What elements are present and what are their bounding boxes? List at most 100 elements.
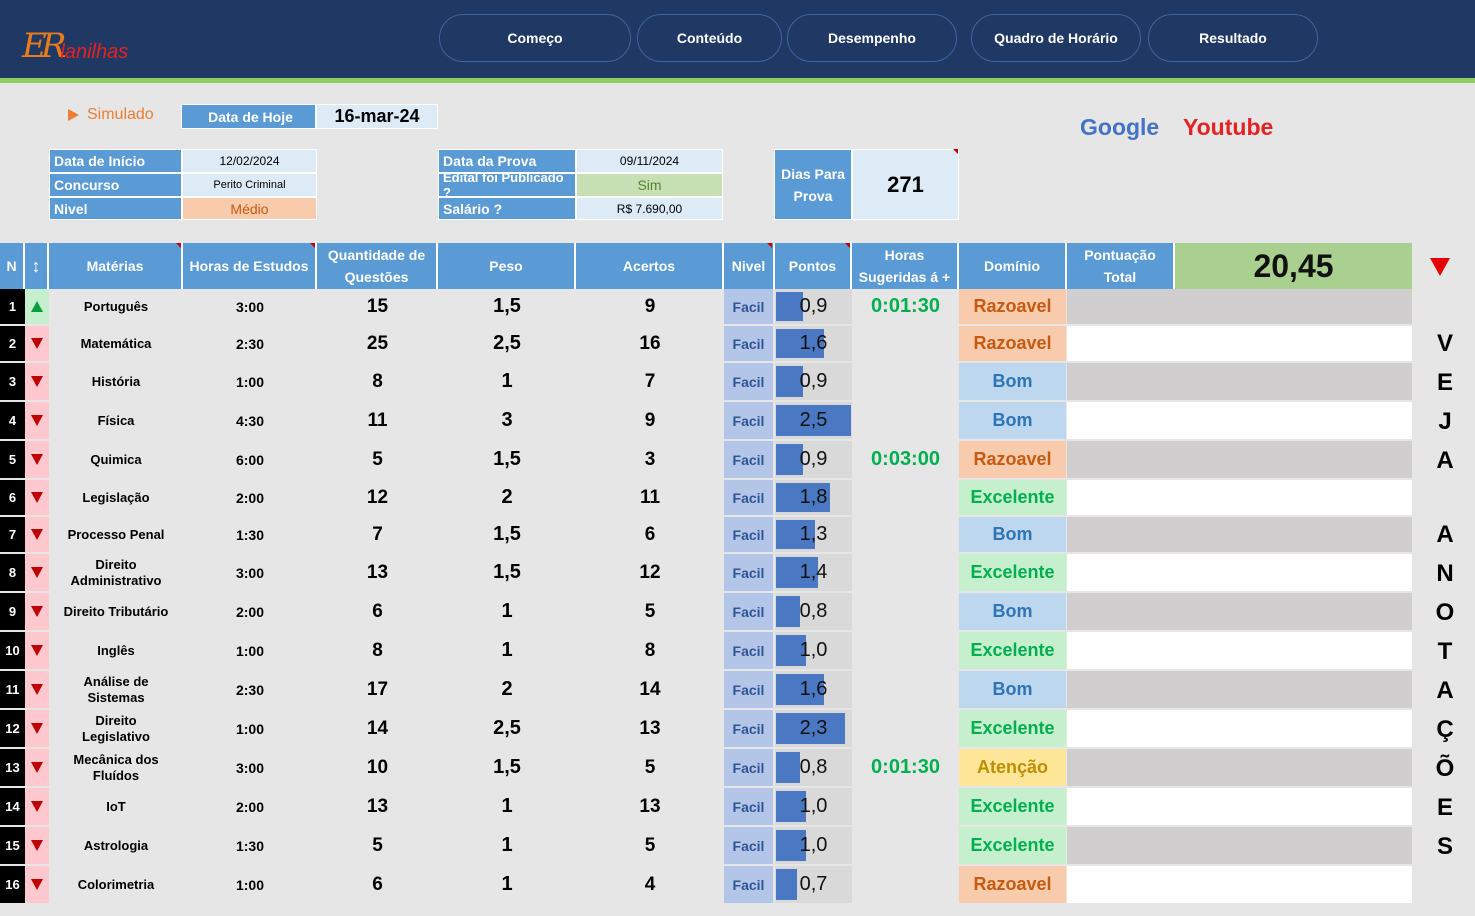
horas-estudo-cell[interactable]: 1:00 (183, 632, 317, 669)
acertos-cell[interactable]: 6 (576, 517, 724, 552)
qtd-questoes-cell[interactable]: 6 (317, 593, 438, 630)
horas-estudo-cell[interactable]: 2:00 (183, 480, 317, 515)
simulado-link[interactable]: Simulado (68, 106, 154, 124)
materia-cell[interactable]: Direito Tributário (49, 593, 183, 630)
acertos-cell[interactable]: 4 (576, 866, 724, 903)
trend-down-icon (25, 441, 49, 478)
materia-cell[interactable]: Análise de Sistemas (49, 671, 183, 708)
youtube-link[interactable]: Youtube (1183, 114, 1273, 141)
peso-cell[interactable]: 2 (438, 480, 576, 515)
horas-estudo-cell[interactable]: 6:00 (183, 441, 317, 478)
row-number: 14 (0, 788, 25, 825)
qtd-questoes-cell[interactable]: 15 (317, 289, 438, 324)
salario-value[interactable]: R$ 7.690,00 (576, 197, 723, 220)
sort-icon[interactable]: ↕ (25, 243, 49, 289)
horas-estudo-cell[interactable]: 1:30 (183, 517, 317, 552)
horas-estudo-cell[interactable]: 1:00 (183, 866, 317, 903)
horas-estudo-cell[interactable]: 3:00 (183, 749, 317, 786)
qtd-questoes-cell[interactable]: 17 (317, 671, 438, 708)
qtd-questoes-cell[interactable]: 12 (317, 480, 438, 515)
acertos-cell[interactable]: 13 (576, 788, 724, 825)
acertos-cell[interactable]: 8 (576, 632, 724, 669)
acertos-cell[interactable]: 12 (576, 554, 724, 591)
materia-cell[interactable]: Direito Legislativo (49, 710, 183, 747)
nav-resultado-button[interactable]: Resultado (1148, 14, 1318, 62)
materia-cell[interactable]: História (49, 363, 183, 400)
materia-cell[interactable]: Processo Penal (49, 517, 183, 552)
row-number: 15 (0, 827, 25, 864)
acertos-cell[interactable]: 5 (576, 827, 724, 864)
materia-cell[interactable]: Inglês (49, 632, 183, 669)
materia-cell[interactable]: Física (49, 402, 183, 439)
peso-cell[interactable]: 1 (438, 788, 576, 825)
acertos-cell[interactable]: 7 (576, 363, 724, 400)
materia-cell[interactable]: Legislação (49, 480, 183, 515)
nav-quadro-horario-button[interactable]: Quadro de Horário (971, 14, 1141, 62)
qtd-questoes-cell[interactable]: 13 (317, 554, 438, 591)
peso-cell[interactable]: 1 (438, 363, 576, 400)
qtd-questoes-cell[interactable]: 5 (317, 827, 438, 864)
qtd-questoes-cell[interactable]: 10 (317, 749, 438, 786)
acertos-cell[interactable]: 5 (576, 749, 724, 786)
peso-cell[interactable]: 3 (438, 402, 576, 439)
nav-comeco-button[interactable]: Começo (439, 14, 631, 62)
qtd-questoes-cell[interactable]: 8 (317, 632, 438, 669)
down-arrow-icon (31, 492, 43, 503)
peso-cell[interactable]: 1 (438, 827, 576, 864)
qtd-questoes-cell[interactable]: 25 (317, 326, 438, 361)
acertos-cell[interactable]: 13 (576, 710, 724, 747)
qtd-questoes-cell[interactable]: 13 (317, 788, 438, 825)
data-prova-value[interactable]: 09/11/2024 (576, 149, 723, 173)
peso-cell[interactable]: 1 (438, 866, 576, 903)
peso-cell[interactable]: 1,5 (438, 749, 576, 786)
peso-cell[interactable]: 1,5 (438, 554, 576, 591)
qtd-questoes-cell[interactable]: 7 (317, 517, 438, 552)
materia-cell[interactable]: Matemática (49, 326, 183, 361)
qtd-questoes-cell[interactable]: 5 (317, 441, 438, 478)
horas-estudo-cell[interactable]: 2:30 (183, 671, 317, 708)
horas-estudo-cell[interactable]: 1:00 (183, 710, 317, 747)
horas-estudo-cell[interactable]: 4:30 (183, 402, 317, 439)
peso-cell[interactable]: 1 (438, 593, 576, 630)
materia-cell[interactable]: Colorimetria (49, 866, 183, 903)
horas-estudo-cell[interactable]: 2:30 (183, 326, 317, 361)
horas-estudo-cell[interactable]: 2:00 (183, 593, 317, 630)
acertos-cell[interactable]: 14 (576, 671, 724, 708)
peso-cell[interactable]: 2,5 (438, 710, 576, 747)
acertos-cell[interactable]: 11 (576, 480, 724, 515)
materia-cell[interactable]: Quimica (49, 441, 183, 478)
qtd-questoes-cell[interactable]: 6 (317, 866, 438, 903)
horas-estudo-cell[interactable]: 1:30 (183, 827, 317, 864)
acertos-cell[interactable]: 9 (576, 402, 724, 439)
data-inicio-value[interactable]: 12/02/2024 (182, 149, 317, 173)
google-link[interactable]: Google (1080, 114, 1159, 141)
nivel-value[interactable]: Médio (182, 197, 317, 220)
peso-cell[interactable]: 2,5 (438, 326, 576, 361)
horas-estudo-cell[interactable]: 3:00 (183, 289, 317, 324)
qtd-questoes-cell[interactable]: 11 (317, 402, 438, 439)
qtd-questoes-cell[interactable]: 14 (317, 710, 438, 747)
materia-cell[interactable]: Português (49, 289, 183, 324)
materia-cell[interactable]: Astrologia (49, 827, 183, 864)
peso-cell[interactable]: 1,5 (438, 289, 576, 324)
data-hoje-value[interactable]: 16-mar-24 (316, 104, 438, 129)
horas-estudo-cell[interactable]: 2:00 (183, 788, 317, 825)
acertos-cell[interactable]: 16 (576, 326, 724, 361)
horas-estudo-cell[interactable]: 3:00 (183, 554, 317, 591)
edital-value[interactable]: Sim (576, 173, 723, 197)
nav-desempenho-button[interactable]: Desempenho (787, 14, 957, 62)
horas-estudo-cell[interactable]: 1:00 (183, 363, 317, 400)
acertos-cell[interactable]: 5 (576, 593, 724, 630)
peso-cell[interactable]: 1,5 (438, 517, 576, 552)
materia-cell[interactable]: Direito Administrativo (49, 554, 183, 591)
acertos-cell[interactable]: 9 (576, 289, 724, 324)
materia-cell[interactable]: IoT (49, 788, 183, 825)
peso-cell[interactable]: 1 (438, 632, 576, 669)
peso-cell[interactable]: 1,5 (438, 441, 576, 478)
concurso-value[interactable]: Perito Criminal (182, 173, 317, 197)
qtd-questoes-cell[interactable]: 8 (317, 363, 438, 400)
nav-conteudo-button[interactable]: Conteúdo (637, 14, 782, 62)
acertos-cell[interactable]: 3 (576, 441, 724, 478)
materia-cell[interactable]: Mecânica dos Fluídos (49, 749, 183, 786)
peso-cell[interactable]: 2 (438, 671, 576, 708)
